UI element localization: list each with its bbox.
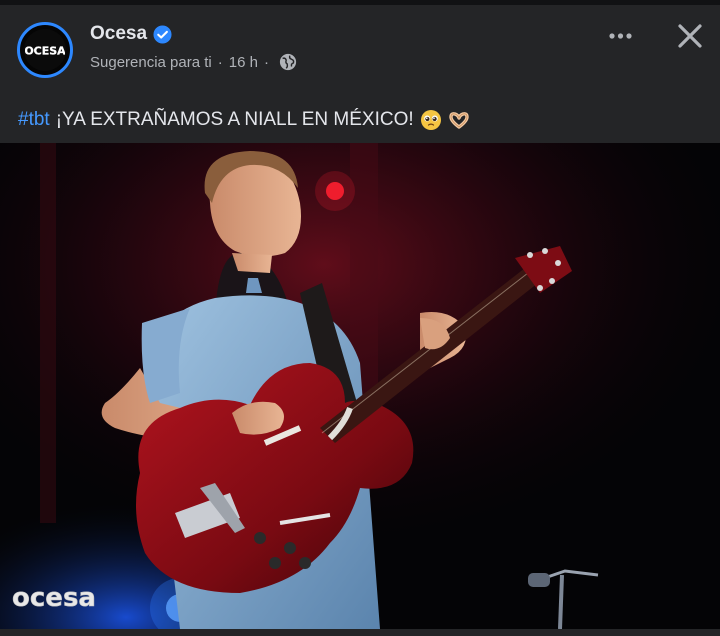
ocesa-logo-icon: OCESA	[25, 44, 65, 58]
post-photo[interactable]: ocesa	[0, 143, 720, 629]
page-avatar[interactable]: OCESA	[17, 22, 73, 78]
hashtag-link[interactable]: #tbt	[18, 109, 50, 131]
svg-text:ocesa: ocesa	[12, 583, 96, 613]
post-bottom-edge	[0, 629, 720, 636]
post-caption: #tbt ¡YA EXTRAÑAMOS A NIALL EN MÉXICO!	[18, 109, 470, 131]
avatar-logo: OCESA	[24, 29, 66, 71]
meta-separator-2: ·	[263, 53, 269, 71]
post-timestamp[interactable]: 16 h	[229, 54, 258, 71]
svg-text:OCESA: OCESA	[25, 45, 65, 58]
page-name-row: Ocesa	[90, 23, 172, 45]
heart-hands-emoji-icon	[448, 112, 469, 129]
close-icon[interactable]	[674, 20, 706, 52]
more-options-icon[interactable]	[604, 21, 638, 51]
verified-badge-icon	[153, 24, 172, 44]
concert-guitarist-photo	[0, 143, 720, 629]
post-header: OCESA Ocesa Sugerencia para ti · 16 h ·	[0, 5, 720, 95]
post-card: OCESA Ocesa Sugerencia para ti · 16 h ·	[0, 5, 720, 636]
page-name[interactable]: Ocesa	[90, 23, 147, 45]
suggestion-label[interactable]: Sugerencia para ti	[90, 54, 212, 71]
caption-text: ¡YA EXTRAÑAMOS A NIALL EN MÉXICO!	[55, 109, 414, 130]
ocesa-watermark-icon: ocesa	[12, 583, 97, 614]
pleading-face-emoji-icon	[420, 110, 441, 130]
globe-icon	[279, 53, 297, 71]
post-meta: Sugerencia para ti · 16 h ·	[90, 53, 297, 71]
meta-separator: ·	[217, 53, 223, 71]
